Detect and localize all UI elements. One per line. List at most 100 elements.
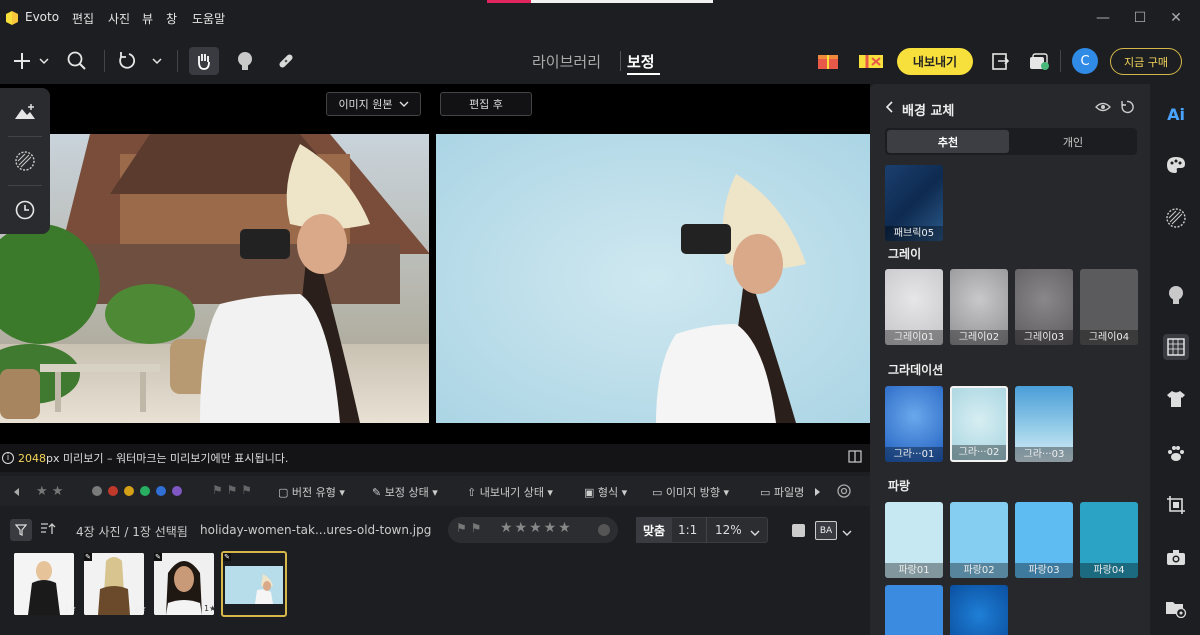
palette-icon[interactable] xyxy=(1163,152,1189,178)
visibility-eye-icon[interactable] xyxy=(1095,100,1111,117)
pet-paw-icon[interactable] xyxy=(1163,440,1189,466)
texture-tool-icon[interactable] xyxy=(12,148,38,174)
export-queue-icon[interactable] xyxy=(987,47,1013,75)
swatch-blue04[interactable]: 파랑04 xyxy=(1080,502,1138,578)
single-view-icon[interactable] xyxy=(792,524,805,537)
hand-tool-icon[interactable] xyxy=(189,47,219,75)
close-icon[interactable]: ✕ xyxy=(1166,8,1186,28)
filter-format[interactable]: ▣ 형식 ▾ xyxy=(584,484,627,500)
swatch-label: 그라···03 xyxy=(1015,447,1073,462)
color-dot-gray[interactable] xyxy=(92,486,102,496)
swatch-label: 패브릭05 xyxy=(885,226,943,241)
back-chevron-icon[interactable] xyxy=(885,101,894,116)
sort-icon[interactable] xyxy=(40,522,56,539)
texture-icon[interactable] xyxy=(1163,205,1189,231)
batch-edit-icon[interactable] xyxy=(1026,47,1052,75)
before-after-toggle[interactable]: BA xyxy=(815,521,837,540)
face-tool-icon[interactable] xyxy=(232,47,258,75)
filter-version-type[interactable]: ▢ 버전 유형 ▾ xyxy=(278,484,345,500)
zoom-level[interactable]: 12% xyxy=(715,523,742,537)
tab-recommended[interactable]: 추천 xyxy=(887,130,1009,153)
swatch-gradient02-selected[interactable]: 그라···02 xyxy=(950,386,1008,462)
swatch-gray03[interactable]: 그레이03 xyxy=(1015,269,1073,345)
menu-help[interactable]: 도움말 xyxy=(192,10,225,27)
app-title: Evoto xyxy=(25,10,60,24)
edited-badge-icon: ✎ xyxy=(154,553,162,561)
after-image xyxy=(436,134,870,423)
crop-icon[interactable] xyxy=(1163,492,1189,518)
view-chevron-down-icon[interactable] xyxy=(842,526,852,540)
panel-title: 배경 교체 xyxy=(902,104,955,119)
zoom-chevron-down-icon[interactable] xyxy=(750,526,760,540)
flag-icons[interactable]: ⚑ ⚑ xyxy=(456,521,481,535)
edited-badge-icon: ✎ xyxy=(223,553,231,561)
color-dot-purple[interactable] xyxy=(172,486,182,496)
scroll-right-icon[interactable] xyxy=(814,486,822,500)
swatch-gradient03[interactable]: 그라···03 xyxy=(1015,386,1073,462)
menu-view[interactable]: 뷰 xyxy=(142,10,153,27)
fit-button[interactable]: 맞춤 xyxy=(636,517,672,543)
thumb-rating: 1★ xyxy=(204,604,217,613)
search-icon[interactable] xyxy=(64,47,90,75)
title-bar xyxy=(0,0,1200,38)
minimize-icon[interactable]: — xyxy=(1093,8,1113,28)
filter-filename[interactable]: ▭ 파일명 xyxy=(760,484,804,500)
face-retouch-icon[interactable] xyxy=(1163,282,1189,308)
swatch-blue01[interactable]: 파랑01 xyxy=(885,502,943,578)
star-rating[interactable]: ★★★★★ xyxy=(500,520,573,536)
filter-toggle-icon[interactable] xyxy=(10,519,32,541)
tab-personal[interactable]: 개인 xyxy=(1011,130,1135,153)
color-dot-red[interactable] xyxy=(108,486,118,496)
collapse-left-icon[interactable] xyxy=(12,486,20,500)
swatch-fabric05[interactable]: 패브릭05 xyxy=(885,165,943,241)
promo-ticket-icon[interactable] xyxy=(857,47,885,75)
bandage-tool-icon[interactable] xyxy=(273,47,299,75)
menu-window[interactable]: 창 xyxy=(166,10,177,27)
evoto-logo-icon xyxy=(6,11,18,25)
before-view-select[interactable]: 이미지 원본 xyxy=(326,92,421,116)
gift-box-icon[interactable] xyxy=(815,47,841,75)
after-view-label[interactable]: 편집 후 xyxy=(440,92,532,116)
history-clock-icon[interactable] xyxy=(12,197,38,223)
landscape-tool-icon[interactable] xyxy=(12,99,38,125)
filter-settings-icon[interactable] xyxy=(837,484,851,501)
swatch-gradient01[interactable]: 그라···01 xyxy=(885,386,943,462)
rating-filter-stars[interactable]: ★ ★ xyxy=(36,484,63,499)
swatch-gray01[interactable]: 그레이01 xyxy=(885,269,943,345)
swatch-gray02[interactable]: 그레이02 xyxy=(950,269,1008,345)
undo-button[interactable] xyxy=(116,47,166,75)
color-dot-blue[interactable] xyxy=(156,486,166,496)
filter-orientation[interactable]: ▭ 이미지 방향 ▾ xyxy=(652,484,729,500)
swatch-blue06[interactable] xyxy=(950,585,1008,635)
color-dot-green[interactable] xyxy=(140,486,150,496)
ratio-button[interactable]: 1:1 xyxy=(678,523,697,537)
export-button[interactable]: 내보내기 xyxy=(897,48,973,75)
filter-export-status[interactable]: ⇧ 내보내기 상태 ▾ xyxy=(467,484,553,500)
add-button[interactable] xyxy=(8,47,52,75)
swatch-blue05[interactable] xyxy=(885,585,943,635)
ai-tools-icon[interactable]: Ai xyxy=(1163,101,1189,127)
background-icon[interactable] xyxy=(1163,334,1189,360)
swatch-blue03[interactable]: 파랑03 xyxy=(1015,502,1073,578)
filter-retouch-status[interactable]: ✎ 보정 상태 ▾ xyxy=(372,484,438,500)
tab-library[interactable]: 라이브러리 xyxy=(532,51,601,72)
menu-edit[interactable]: 편집 xyxy=(72,10,94,27)
color-label-indicator[interactable] xyxy=(598,524,610,536)
edited-badge-icon: ✎ xyxy=(84,553,92,561)
maximize-icon[interactable]: ☐ xyxy=(1130,8,1150,28)
toolbar-divider xyxy=(177,50,178,72)
swatch-gray04[interactable]: 그레이04 xyxy=(1080,269,1138,345)
color-label-filter[interactable] xyxy=(92,486,182,496)
swatch-blue02[interactable]: 파랑02 xyxy=(950,502,1008,578)
preset-folder-icon[interactable] xyxy=(1163,595,1189,621)
reset-icon[interactable] xyxy=(1120,100,1134,117)
buy-now-button[interactable]: 지금 구매 xyxy=(1110,48,1182,75)
flag-filter-icons[interactable]: ⚑ ⚑ ⚑ xyxy=(212,483,252,497)
color-dot-yellow[interactable] xyxy=(124,486,134,496)
clothing-icon[interactable] xyxy=(1163,386,1189,412)
camera-icon[interactable] xyxy=(1163,544,1189,570)
avatar[interactable]: C xyxy=(1072,48,1098,74)
compare-split-icon[interactable] xyxy=(848,450,862,466)
tab-retouch[interactable]: 보정 xyxy=(627,51,655,72)
menu-photo[interactable]: 사진 xyxy=(108,10,130,27)
